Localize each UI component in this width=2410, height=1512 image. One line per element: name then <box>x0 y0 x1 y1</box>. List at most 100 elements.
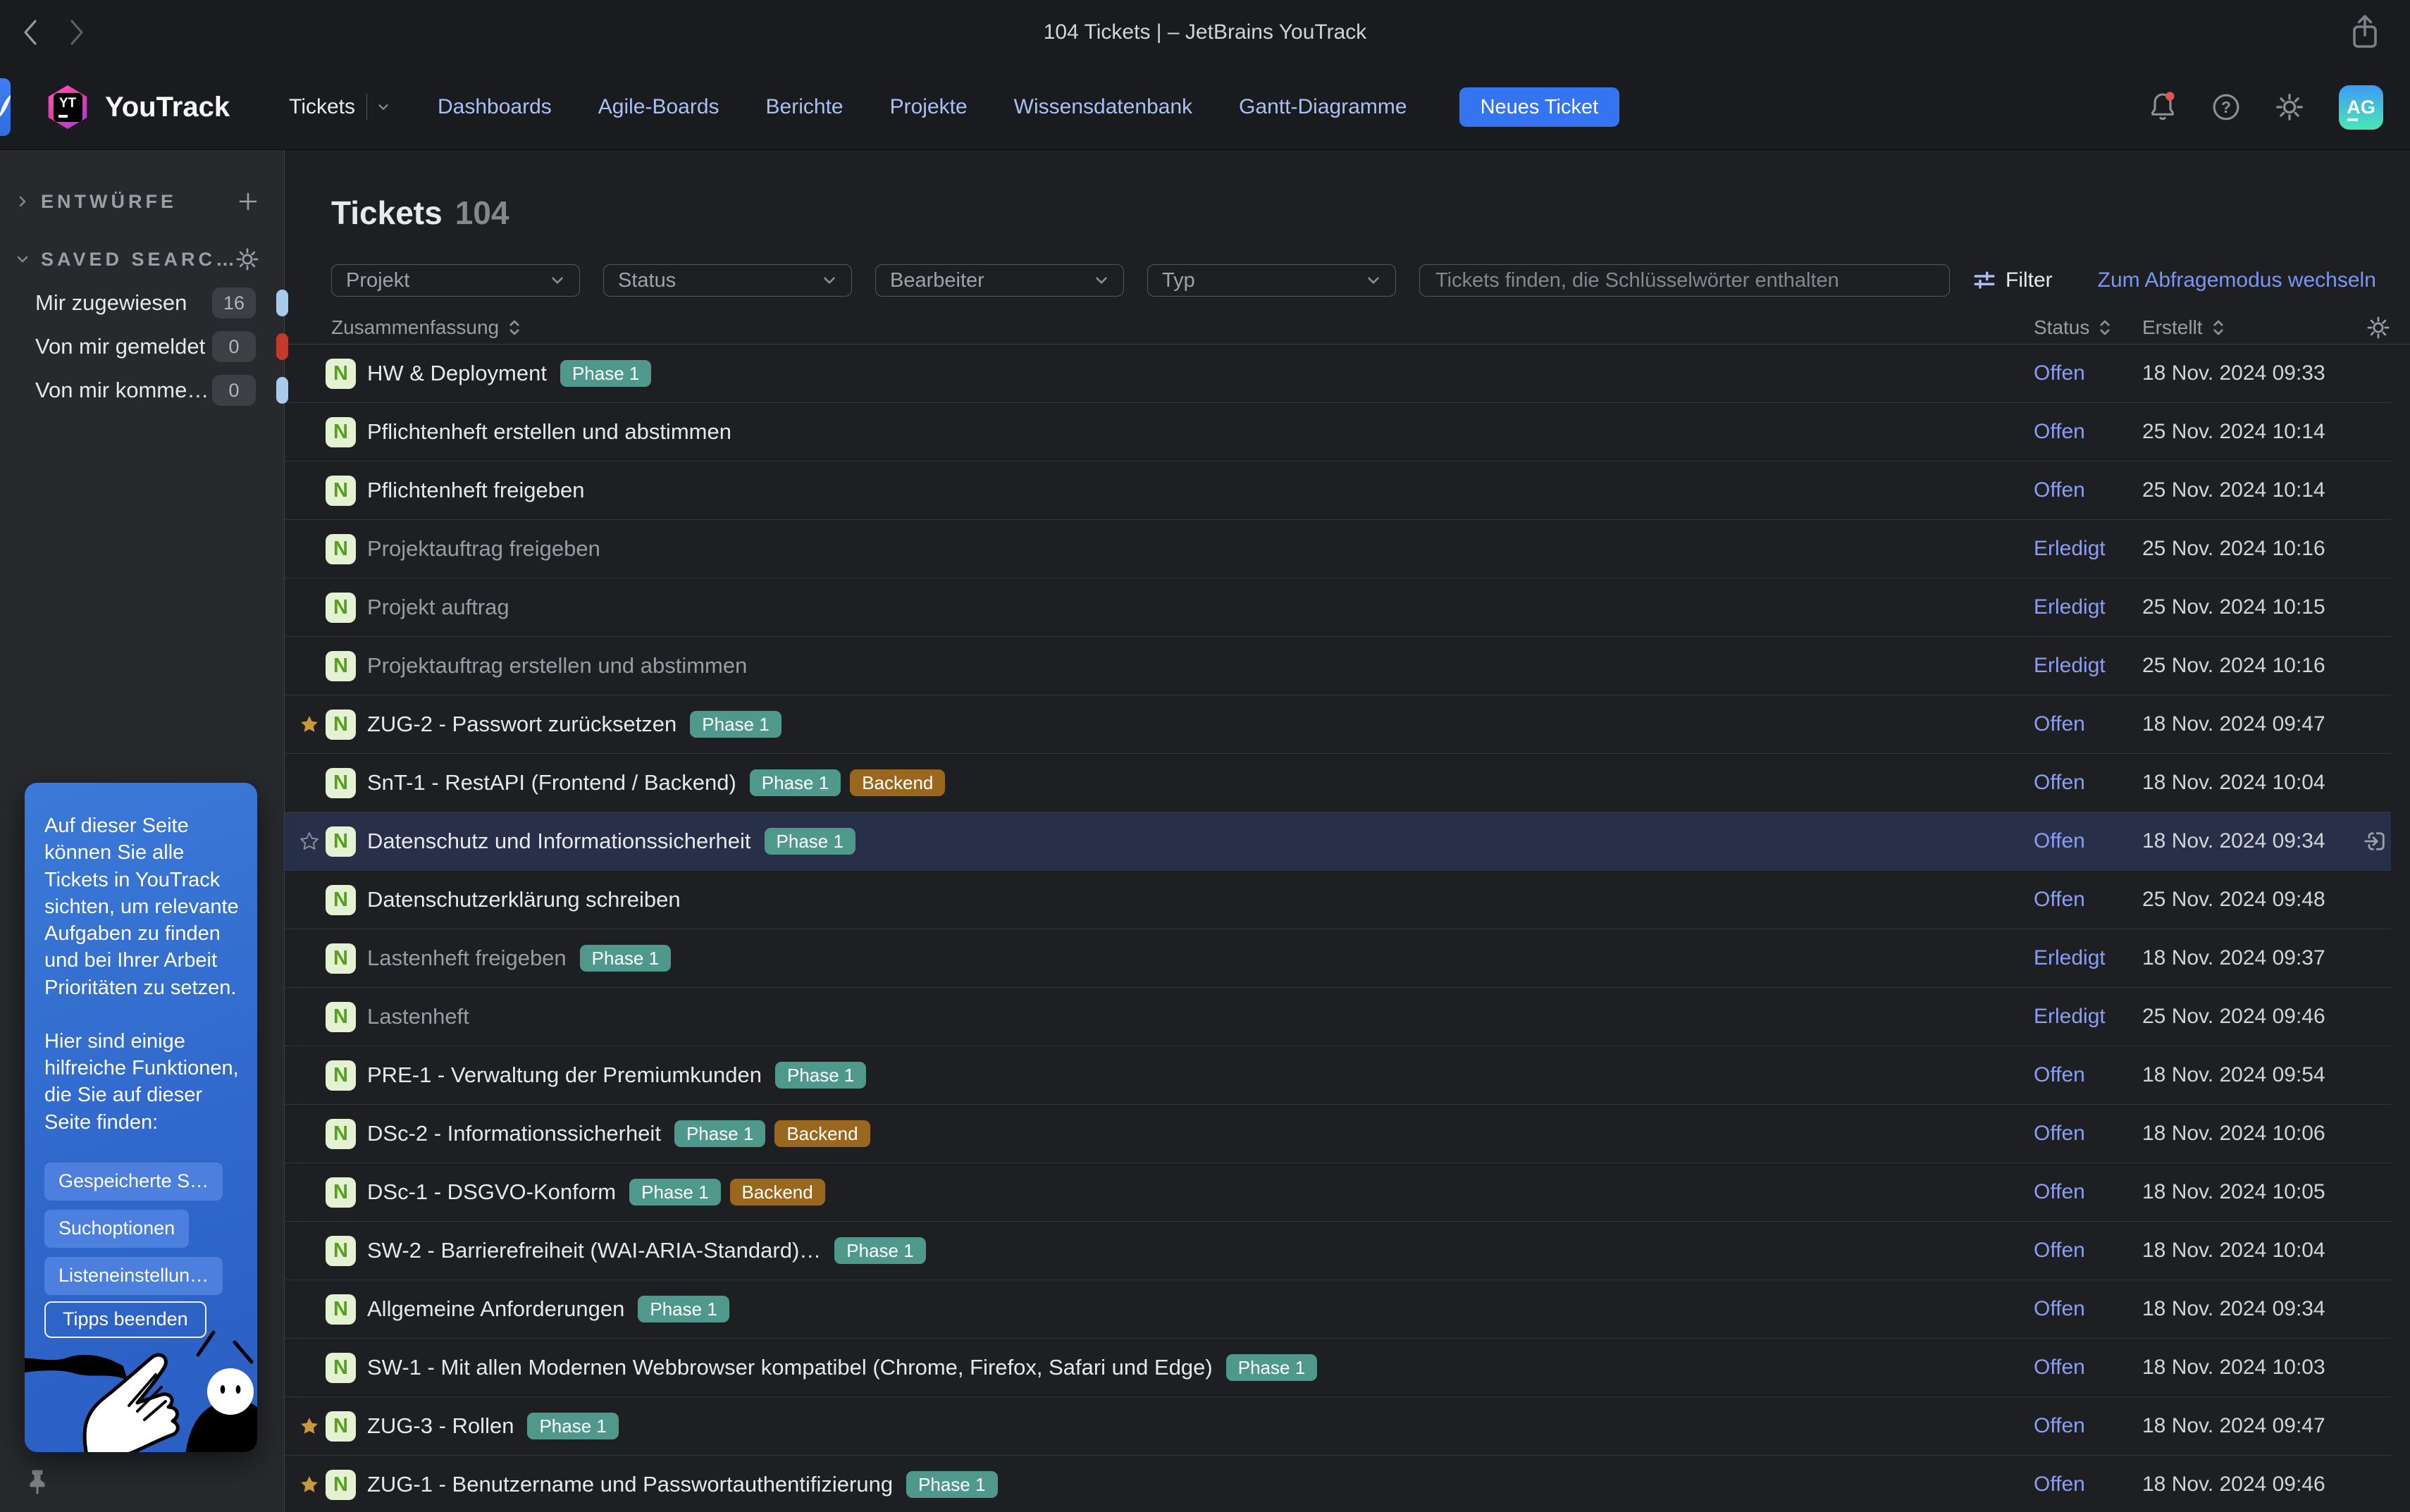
status-value[interactable]: Offen <box>2034 478 2142 502</box>
column-summary[interactable]: Zusammenfassung <box>331 316 2034 339</box>
status-value[interactable]: Erledigt <box>2034 595 2142 619</box>
table-row[interactable]: N Datenschutz und Informationssicherheit… <box>285 812 2391 871</box>
table-row[interactable]: N Allgemeine Anforderungen Phase 1 Offen… <box>285 1280 2391 1339</box>
open-ticket-icon[interactable] <box>2363 827 2388 855</box>
nav-item-wissensdatenbank[interactable]: Wissensdatenbank <box>1014 95 1192 119</box>
table-row[interactable]: N SW-2 - Barrierefreiheit (WAI-ARIA-Stan… <box>285 1222 2391 1280</box>
ticket-title[interactable]: Projektauftrag erstellen und abstimmen <box>367 653 747 678</box>
saved-searches-gear-icon[interactable] <box>235 247 260 272</box>
ticket-title[interactable]: Allgemeine Anforderungen <box>367 1296 624 1322</box>
status-value[interactable]: Offen <box>2034 829 2142 853</box>
status-value[interactable]: Offen <box>2034 1239 2142 1263</box>
table-row[interactable]: N Pflichtenheft erstellen und abstimmen … <box>285 403 2391 461</box>
new-ticket-button[interactable]: Neues Ticket <box>1459 87 1620 127</box>
status-value[interactable]: Erledigt <box>2034 946 2142 970</box>
table-row[interactable]: N DSc-2 - Informationssicherheit Phase 1… <box>285 1105 2391 1163</box>
share-icon[interactable] <box>2347 13 2383 54</box>
star-outline-icon[interactable] <box>299 831 320 852</box>
status-value[interactable]: Offen <box>2034 1180 2142 1204</box>
column-created[interactable]: Erstellt <box>2142 316 2363 339</box>
add-draft-plus-icon[interactable] <box>236 190 260 213</box>
back-icon[interactable] <box>21 17 39 48</box>
table-row[interactable]: N Datenschutzerklärung schreiben Offen 2… <box>285 871 2391 929</box>
ticket-title[interactable]: Projekt auftrag <box>367 595 509 620</box>
saved-search-item[interactable]: Von mir gemeldet 0 <box>0 325 284 368</box>
saved-searches-section[interactable]: SAVED SEARC… <box>0 237 284 281</box>
table-row[interactable]: N DSc-1 - DSGVO-Konform Phase 1Backend O… <box>285 1163 2391 1222</box>
status-value[interactable]: Offen <box>2034 1122 2142 1146</box>
table-row[interactable]: N Projekt auftrag Erledigt 25 Nov. 2024 … <box>285 578 2391 637</box>
ticket-title[interactable]: SnT-1 - RestAPI (Frontend / Backend) <box>367 770 736 795</box>
saved-search-item[interactable]: Mir zugewiesen 16 <box>0 281 284 325</box>
status-value[interactable]: Erledigt <box>2034 654 2142 678</box>
status-value[interactable]: Erledigt <box>2034 537 2142 561</box>
filter-dropdown-status[interactable]: Status <box>603 264 852 297</box>
table-settings-gear-icon[interactable] <box>2366 315 2391 340</box>
status-value[interactable]: Offen <box>2034 712 2142 736</box>
ticket-title[interactable]: SW-2 - Barrierefreiheit (WAI-ARIA-Standa… <box>367 1238 821 1263</box>
table-row[interactable]: N HW & Deployment Phase 1 Offen 18 Nov. … <box>285 345 2391 403</box>
table-row[interactable]: N ZUG-2 - Passwort zurücksetzen Phase 1 … <box>285 695 2391 754</box>
column-status[interactable]: Status <box>2034 316 2142 339</box>
dismiss-tips-button[interactable]: Tipps beenden <box>44 1301 206 1338</box>
forward-icon[interactable] <box>68 17 86 48</box>
filter-dropdown-projekt[interactable]: Projekt <box>331 264 580 297</box>
star-filled-icon[interactable] <box>299 1415 320 1437</box>
table-row[interactable]: N Lastenheft Erledigt 25 Nov. 2024 09:46 <box>285 988 2391 1046</box>
nav-item-tickets[interactable]: Tickets <box>289 94 391 120</box>
ticket-title[interactable]: SW-1 - Mit allen Modernen Webbrowser kom… <box>367 1355 1213 1380</box>
status-value[interactable]: Offen <box>2034 888 2142 912</box>
status-value[interactable]: Offen <box>2034 1356 2142 1380</box>
table-row[interactable]: N SnT-1 - RestAPI (Frontend / Backend) P… <box>285 754 2391 812</box>
table-row[interactable]: N Projektauftrag erstellen und abstimmen… <box>285 637 2391 695</box>
help-icon[interactable]: ? <box>2211 92 2242 123</box>
table-row[interactable]: N ZUG-3 - Rollen Phase 1 Offen 18 Nov. 2… <box>285 1397 2391 1456</box>
ticket-title[interactable]: DSc-1 - DSGVO-Konform <box>367 1179 616 1205</box>
saved-search-item[interactable]: Von mir komme… 0 <box>0 368 284 412</box>
filter-dropdown-bearbeiter[interactable]: Bearbeiter <box>875 264 1124 297</box>
notifications-bell-icon[interactable] <box>2147 90 2178 124</box>
pinned-app-sliver[interactable] <box>0 78 11 136</box>
nav-item-berichte[interactable]: Berichte <box>766 95 844 119</box>
status-value[interactable]: Offen <box>2034 1063 2142 1087</box>
ticket-title[interactable]: Pflichtenheft freigeben <box>367 478 585 503</box>
table-row[interactable]: N SW-1 - Mit allen Modernen Webbrowser k… <box>285 1339 2391 1397</box>
ticket-title[interactable]: DSc-2 - Informationssicherheit <box>367 1121 661 1146</box>
ticket-title[interactable]: Projektauftrag freigeben <box>367 536 600 562</box>
filter-button[interactable]: Filter <box>1972 268 2053 293</box>
tooltip-feature-button[interactable]: Gespeicherte S… <box>44 1163 223 1201</box>
ticket-title[interactable]: ZUG-1 - Benutzername und Passwortauthent… <box>367 1472 893 1497</box>
table-row[interactable]: N Lastenheft freigeben Phase 1 Erledigt … <box>285 929 2391 988</box>
youtrack-logo[interactable]: YT <box>46 85 89 129</box>
status-value[interactable]: Offen <box>2034 361 2142 385</box>
nav-item-projekte[interactable]: Projekte <box>890 95 968 119</box>
avatar[interactable]: AG <box>2339 85 2383 130</box>
status-value[interactable]: Offen <box>2034 1297 2142 1321</box>
pin-icon[interactable] <box>25 1468 49 1496</box>
star-filled-icon[interactable] <box>299 714 320 735</box>
status-value[interactable]: Offen <box>2034 1473 2142 1496</box>
ticket-title[interactable]: ZUG-2 - Passwort zurücksetzen <box>367 712 676 737</box>
search-input[interactable] <box>1419 264 1950 297</box>
table-row[interactable]: N PRE-1 - Verwaltung der Premiumkunden P… <box>285 1046 2391 1105</box>
ticket-title[interactable]: Lastenheft freigeben <box>367 946 567 971</box>
ticket-title[interactable]: Datenschutzerklärung schreiben <box>367 887 681 912</box>
ticket-title[interactable]: Lastenheft <box>367 1004 469 1029</box>
star-filled-icon[interactable] <box>299 1474 320 1495</box>
status-value[interactable]: Offen <box>2034 1414 2142 1438</box>
ticket-title[interactable]: HW & Deployment <box>367 361 547 386</box>
status-value[interactable]: Offen <box>2034 420 2142 444</box>
ticket-title[interactable]: PRE-1 - Verwaltung der Premiumkunden <box>367 1062 762 1088</box>
tooltip-feature-button[interactable]: Listeneinstellun… <box>44 1257 223 1295</box>
status-value[interactable]: Offen <box>2034 771 2142 795</box>
tooltip-feature-button[interactable]: Suchoptionen <box>44 1210 189 1248</box>
table-row[interactable]: N Projektauftrag freigeben Erledigt 25 N… <box>285 520 2391 578</box>
table-row[interactable]: N Pflichtenheft freigeben Offen 25 Nov. … <box>285 461 2391 520</box>
table-row[interactable]: N ZUG-1 - Benutzername und Passwortauthe… <box>285 1456 2391 1512</box>
query-mode-link[interactable]: Zum Abfragemodus wechseln <box>2098 268 2376 292</box>
settings-gear-icon[interactable] <box>2274 92 2305 123</box>
nav-item-dashboards[interactable]: Dashboards <box>438 95 552 119</box>
filter-dropdown-typ[interactable]: Typ <box>1147 264 1396 297</box>
status-value[interactable]: Erledigt <box>2034 1005 2142 1029</box>
nav-item-agile-boards[interactable]: Agile-Boards <box>598 95 719 119</box>
